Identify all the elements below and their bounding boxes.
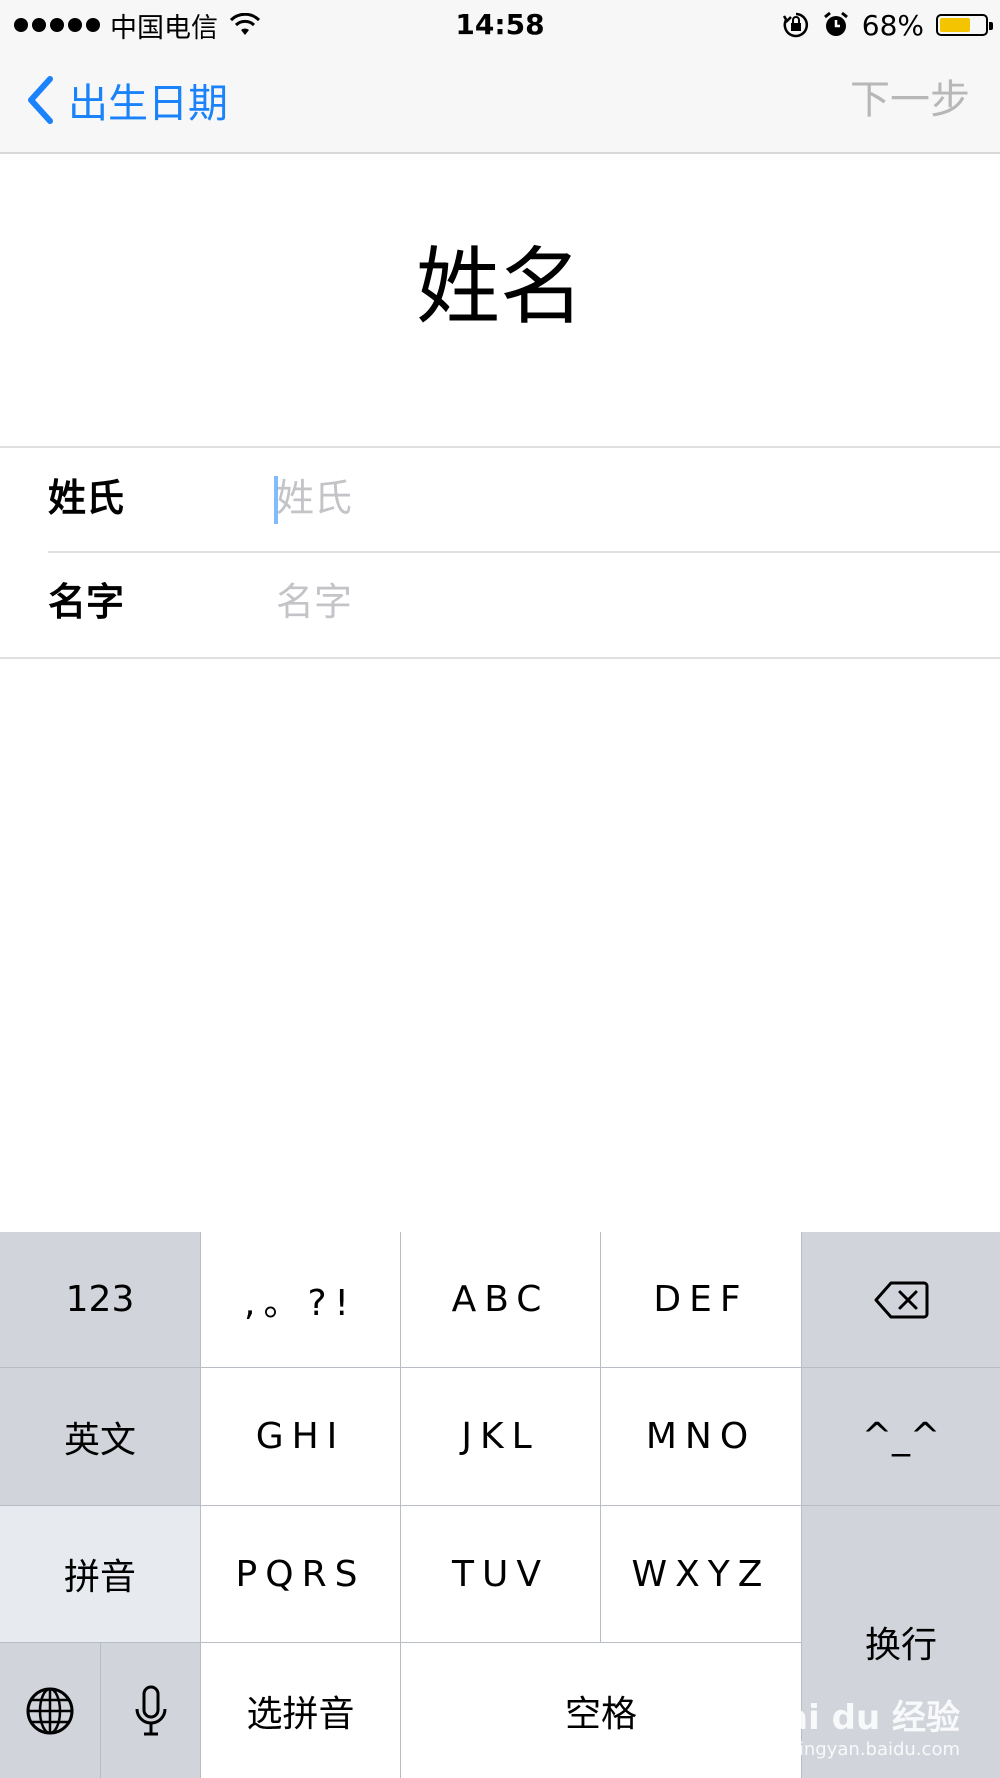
- key-mno[interactable]: MNO: [601, 1368, 801, 1505]
- first-name-row: 名字: [0, 550, 1000, 654]
- back-button[interactable]: 出生日期: [26, 72, 228, 128]
- alarm-icon: [823, 11, 848, 36]
- key-emoticon[interactable]: ^_^: [802, 1368, 1000, 1505]
- back-label: 出生日期: [68, 81, 228, 127]
- key-pqrs[interactable]: PQRS: [201, 1506, 400, 1642]
- microphone-key[interactable]: [101, 1643, 200, 1778]
- status-bar: 中国电信 14:58 68%: [0, 0, 1000, 50]
- key-tuv[interactable]: TUV: [401, 1506, 600, 1642]
- last-name-input[interactable]: [272, 468, 976, 528]
- key-select-pinyin[interactable]: 选拼音: [201, 1643, 400, 1778]
- globe-key[interactable]: [0, 1643, 100, 1778]
- keyboard: 123 ,。?! ABC DEF 英文 GHI JKL MNO ^_^ 拼音 P…: [0, 1232, 1000, 1778]
- backspace-icon: [874, 1281, 929, 1318]
- watermark-brand: Bai du 经验: [759, 1698, 960, 1738]
- key-def[interactable]: DEF: [601, 1232, 801, 1367]
- delete-key[interactable]: [802, 1232, 1000, 1367]
- status-right: 68%: [782, 8, 993, 42]
- microphone-icon: [135, 1685, 166, 1735]
- first-name-input[interactable]: [272, 572, 976, 632]
- watermark-url: jingyan.baidu.com: [793, 1739, 960, 1760]
- space-key[interactable]: 空格: [401, 1643, 801, 1778]
- key-wxyz[interactable]: WXYZ: [601, 1506, 801, 1642]
- key-jkl[interactable]: JKL: [401, 1368, 600, 1505]
- divider: [0, 657, 1000, 659]
- page-title: 姓名: [415, 238, 584, 336]
- next-button[interactable]: 下一步: [850, 72, 970, 128]
- battery-icon: [936, 14, 993, 36]
- chevron-left-icon: [28, 76, 53, 124]
- key-english[interactable]: 英文: [0, 1368, 200, 1505]
- battery-percent: 68%: [861, 8, 924, 42]
- key-pinyin[interactable]: 拼音: [0, 1506, 200, 1642]
- divider: [48, 551, 1000, 553]
- name-form: 姓氏 名字: [0, 446, 1000, 654]
- key-punctuation[interactable]: ,。?!: [201, 1232, 400, 1367]
- text-cursor: [274, 476, 278, 524]
- globe-icon: [26, 1687, 74, 1734]
- key-abc[interactable]: ABC: [401, 1232, 600, 1367]
- nav-bar: 出生日期 下一步: [0, 50, 1000, 154]
- key-ghi[interactable]: GHI: [201, 1368, 400, 1505]
- last-name-label: 姓氏: [48, 476, 125, 520]
- key-123[interactable]: 123: [0, 1232, 200, 1367]
- orientation-lock-icon: [782, 12, 808, 38]
- first-name-label: 名字: [48, 580, 125, 624]
- last-name-row: 姓氏: [0, 446, 1000, 550]
- watermark: Bai du 经验 jingyan.baidu.com: [759, 1690, 960, 1760]
